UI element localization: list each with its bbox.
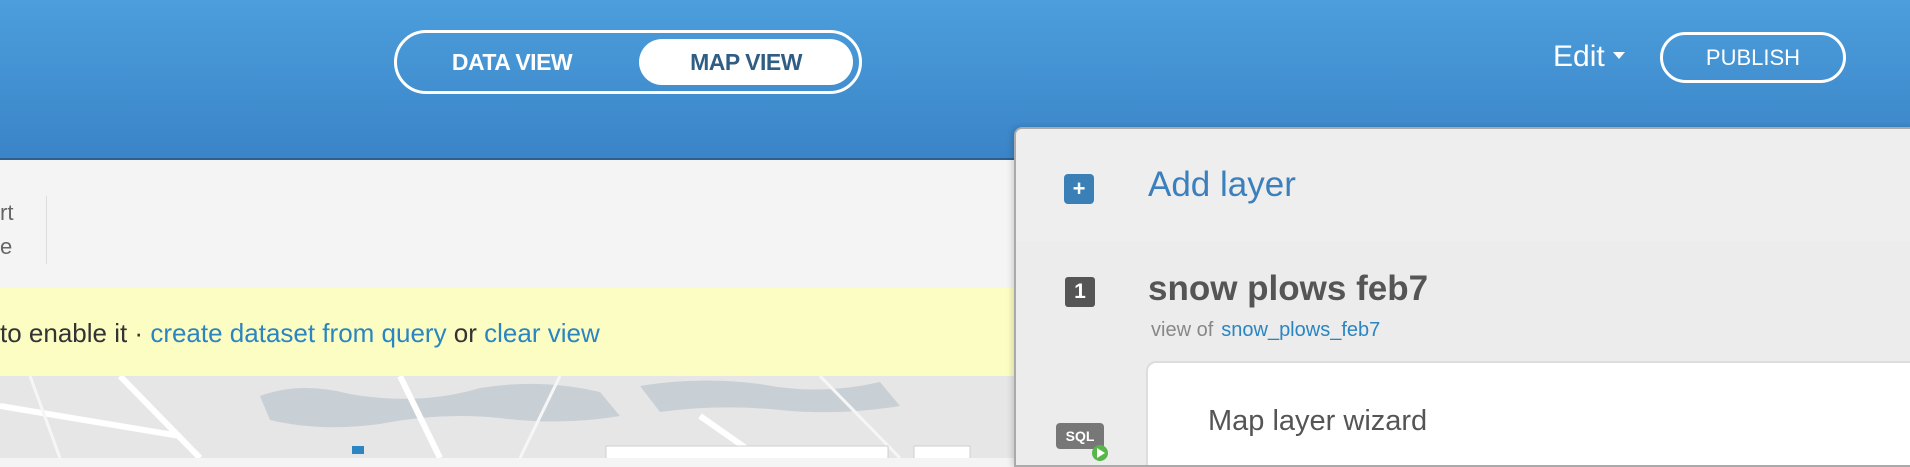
edit-menu[interactable]: Edit	[1553, 40, 1625, 74]
publish-button[interactable]: PUBLISH	[1660, 32, 1846, 83]
map-view-tab[interactable]: MAP VIEW	[639, 39, 853, 85]
view-toggle: DATA VIEW MAP VIEW	[394, 30, 862, 94]
toolbar-item-line1: rt	[0, 200, 14, 225]
create-dataset-link[interactable]: create dataset from query	[150, 318, 446, 348]
map-canvas[interactable]	[0, 376, 1015, 458]
clear-view-link[interactable]: clear view	[484, 318, 600, 348]
view-of-label: view of	[1151, 319, 1214, 341]
query-notice-bar: to enable it · create dataset from query…	[0, 288, 1015, 376]
toolbar-divider	[46, 196, 47, 264]
layers-panel: + Add layer 1 snow plows feb7 view of sno…	[1014, 127, 1910, 467]
layer-source: view of snow_plows_feb7	[1151, 319, 1380, 342]
layer-row[interactable]: 1 snow plows feb7 view of snow_plows_feb7	[1016, 241, 1910, 361]
notice-middle: or	[446, 318, 485, 348]
layer-title[interactable]: snow plows feb7	[1148, 269, 1428, 309]
sql-icon[interactable]: SQL	[1056, 423, 1116, 465]
source-dataset-link[interactable]: snow_plows_feb7	[1221, 319, 1380, 341]
map-layer-wizard-card[interactable]: Map layer wizard	[1146, 361, 1910, 465]
wizard-label: Map layer wizard	[1208, 405, 1428, 437]
caret-down-icon	[1612, 51, 1625, 59]
layer-number-badge: 1	[1065, 277, 1095, 307]
data-view-tab[interactable]: DATA VIEW	[403, 39, 621, 85]
notice-text: to enable it · create dataset from query…	[0, 318, 600, 349]
plus-icon: +	[1064, 174, 1094, 204]
add-layer-row[interactable]: + Add layer	[1016, 129, 1910, 243]
map-tiles	[0, 376, 1015, 458]
notice-prefix: to enable it ·	[0, 318, 151, 348]
add-layer-label: Add layer	[1148, 165, 1296, 204]
edit-label: Edit	[1553, 40, 1605, 73]
sql-icon-text: SQL	[1066, 428, 1095, 444]
toolbar: rt e	[0, 160, 1015, 289]
toolbar-item-partial[interactable]: rt e	[0, 196, 13, 264]
toolbar-item-line2: e	[0, 234, 13, 259]
